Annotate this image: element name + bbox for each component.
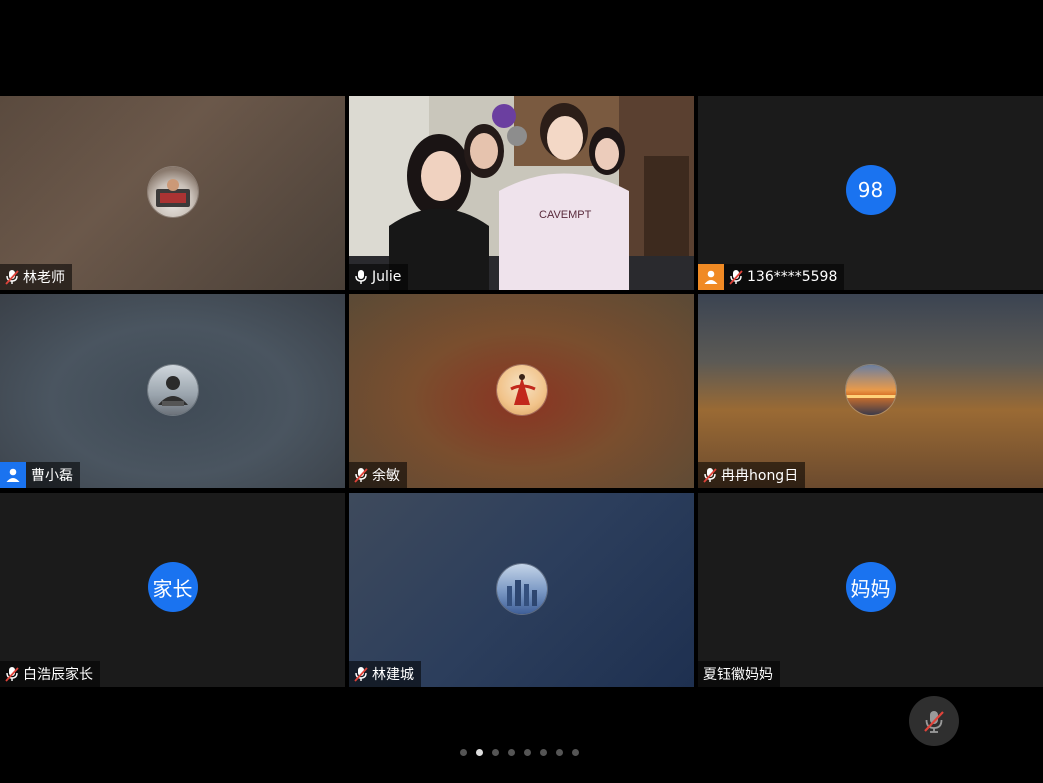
page-dot[interactable] bbox=[460, 749, 467, 756]
page-dot[interactable] bbox=[572, 749, 579, 756]
participant-name: 林建城 bbox=[372, 667, 414, 683]
mic-muted-icon bbox=[354, 468, 368, 483]
page-dot-current[interactable] bbox=[476, 749, 483, 756]
participant-video: CAVEMPT bbox=[349, 96, 694, 290]
video-grid: 林老师 CAVEMPT Julie 98 136****5598 曹小磊 余敏 … bbox=[0, 0, 1043, 783]
page-dot[interactable] bbox=[508, 749, 515, 756]
participant-tile-bai-haochen[interactable]: 家长 白浩辰家长 bbox=[0, 493, 345, 687]
participant-name-bar: 林建城 bbox=[349, 661, 421, 687]
participant-tile-ranran[interactable]: 冉冉hong日 bbox=[698, 294, 1043, 488]
participant-tile-lin-laoshi[interactable]: 林老师 bbox=[0, 96, 345, 290]
mute-toggle-button[interactable] bbox=[909, 696, 959, 746]
participant-name-bar: 冉冉hong日 bbox=[698, 462, 806, 488]
participant-name: 冉冉hong日 bbox=[721, 468, 799, 484]
mic-on-icon bbox=[355, 270, 367, 284]
page-dot[interactable] bbox=[556, 749, 563, 756]
participant-name-bar: 林老师 bbox=[0, 264, 72, 290]
participant-name: 白浩辰家长 bbox=[23, 667, 93, 683]
participant-tile-julie[interactable]: CAVEMPT Julie bbox=[349, 96, 694, 290]
participant-name: 136****5598 bbox=[747, 269, 838, 285]
avatar-initials: 妈妈 bbox=[845, 562, 896, 612]
participant-name: 夏钰徽妈妈 bbox=[703, 667, 773, 683]
participant-name-bar: 余敏 bbox=[349, 462, 407, 488]
mic-muted-icon bbox=[924, 711, 944, 733]
mic-muted-icon bbox=[703, 468, 717, 483]
participant-tile-xia-yuhui[interactable]: 妈妈 夏钰徽妈妈 bbox=[698, 493, 1043, 687]
participant-tile-136[interactable]: 98 136****5598 bbox=[698, 96, 1043, 290]
mic-muted-icon bbox=[354, 667, 368, 682]
avatar-initials: 家长 bbox=[147, 562, 198, 612]
user-icon bbox=[0, 462, 26, 488]
avatar-initials: 98 bbox=[845, 165, 896, 215]
avatar bbox=[496, 564, 547, 614]
participant-name: Julie bbox=[372, 269, 402, 285]
page-dot[interactable] bbox=[492, 749, 499, 756]
page-dot[interactable] bbox=[524, 749, 531, 756]
svg-text:CAVEMPT: CAVEMPT bbox=[539, 209, 592, 221]
participant-tile-lin-jiancheng[interactable]: 林建城 bbox=[349, 493, 694, 687]
avatar bbox=[147, 365, 198, 415]
page-dot[interactable] bbox=[540, 749, 547, 756]
user-icon bbox=[698, 264, 724, 290]
participant-name-bar: 白浩辰家长 bbox=[0, 661, 100, 687]
mic-muted-icon bbox=[729, 270, 743, 285]
avatar bbox=[496, 365, 547, 415]
participant-name: 林老师 bbox=[23, 270, 65, 286]
participant-tile-cao-xiaolei[interactable]: 曹小磊 bbox=[0, 294, 345, 488]
participant-name-bar: Julie bbox=[349, 264, 409, 290]
avatar bbox=[147, 167, 198, 217]
mic-muted-icon bbox=[5, 667, 19, 682]
participant-name: 余敏 bbox=[372, 468, 400, 484]
participant-name-bar: 曹小磊 bbox=[0, 462, 80, 488]
participant-name: 曹小磊 bbox=[31, 468, 73, 484]
page-indicator[interactable] bbox=[460, 749, 579, 757]
mic-muted-icon bbox=[5, 270, 19, 285]
participant-tile-yu-min[interactable]: 余敏 bbox=[349, 294, 694, 488]
participant-name-bar: 136****5598 bbox=[698, 264, 845, 290]
participant-name-bar: 夏钰徽妈妈 bbox=[698, 661, 780, 687]
avatar bbox=[845, 365, 896, 415]
